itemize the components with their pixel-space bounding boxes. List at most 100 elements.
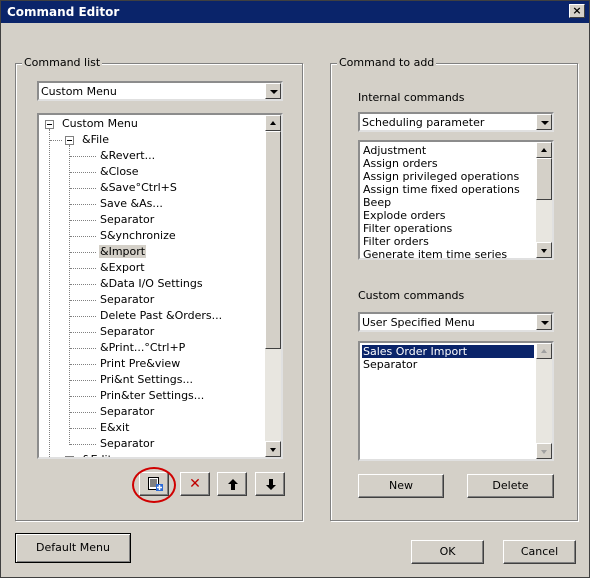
scroll-thumb[interactable] xyxy=(536,158,552,200)
tree-item[interactable]: &Save°Ctrl+S xyxy=(99,180,178,196)
tree-item[interactable]: Separator xyxy=(99,292,155,308)
close-button[interactable]: × xyxy=(569,4,585,18)
tree-item-label: &Import xyxy=(99,245,147,258)
custom-commands-label: Custom commands xyxy=(358,289,465,302)
tree-scrollbar[interactable] xyxy=(265,115,281,457)
tree-item-label: &Data I/O Settings xyxy=(100,277,203,290)
tree-item-label: &Export xyxy=(100,261,145,274)
ok-label: OK xyxy=(439,545,456,558)
move-up-button[interactable] xyxy=(217,472,247,496)
list-item[interactable]: Assign privileged operations xyxy=(362,170,534,183)
list-item[interactable]: Generate item time series xyxy=(362,248,534,258)
tree-item-label: Separator xyxy=(100,325,155,338)
list-item[interactable]: Sales Order Import xyxy=(362,345,534,358)
tree-item[interactable]: &Close xyxy=(99,164,140,180)
tree-item[interactable]: Separator xyxy=(99,324,155,340)
title-bar: Command Editor × xyxy=(1,1,589,23)
scroll-up-button[interactable] xyxy=(536,142,552,158)
tree-node-file[interactable]: &File xyxy=(81,132,110,148)
tree-node-root[interactable]: Custom Menu xyxy=(61,116,139,132)
list-item[interactable]: Explode orders xyxy=(362,209,534,222)
cancel-label: Cancel xyxy=(520,545,559,558)
internal-commands-select[interactable]: Scheduling parameter xyxy=(358,112,554,132)
tree-item[interactable]: &Print...°Ctrl+P xyxy=(99,340,186,356)
tree-item[interactable]: E&xit xyxy=(99,420,130,436)
tree-guide-line xyxy=(50,140,62,142)
cancel-button[interactable]: Cancel xyxy=(503,540,576,564)
chevron-down-icon[interactable] xyxy=(536,114,552,130)
tree-item-label: &Save°Ctrl+S xyxy=(100,181,177,194)
tree-item[interactable]: Save &As... xyxy=(99,196,164,212)
internal-commands-list[interactable]: Adjustment Assign orders Assign privileged… xyxy=(358,140,554,260)
tree-item[interactable]: &Revert... xyxy=(99,148,156,164)
command-editor-window: Command Editor × Command list Custom Men… xyxy=(0,0,590,578)
scroll-down-button[interactable] xyxy=(536,242,552,258)
scroll-up-button[interactable] xyxy=(536,343,552,359)
tree-item-label: Separator xyxy=(100,405,155,418)
chevron-down-icon[interactable] xyxy=(536,314,552,330)
delete-button[interactable]: Delete xyxy=(467,474,554,498)
command-tree[interactable]: Custom Menu &File &Revert... &Close &Save°Ct… xyxy=(37,113,283,459)
tree-item[interactable]: &Import xyxy=(99,244,147,260)
internal-list-scrollbar[interactable] xyxy=(536,142,552,258)
list-item[interactable]: Separator xyxy=(362,358,534,371)
command-to-add-legend: Command to add xyxy=(337,56,437,69)
menu-select[interactable]: Custom Menu xyxy=(37,81,283,101)
custom-commands-list[interactable]: Sales Order Import Separator xyxy=(358,341,554,461)
tree-item[interactable]: S&ynchronize xyxy=(99,228,177,244)
tree-node-root-label: Custom Menu xyxy=(62,117,138,130)
tree-node-file-label: &File xyxy=(82,133,109,146)
tree-item[interactable]: Separator xyxy=(99,436,155,452)
scroll-down-button[interactable] xyxy=(536,443,552,459)
tree-item[interactable]: Separator xyxy=(99,212,155,228)
tree-item-label: &Close xyxy=(100,165,139,178)
tree-guide-line xyxy=(70,300,96,302)
list-item[interactable]: Beep xyxy=(362,196,534,209)
tree-guide-line xyxy=(70,380,96,382)
delete-x-icon: ✕ xyxy=(189,476,201,492)
collapse-icon[interactable] xyxy=(45,120,54,129)
tree-item[interactable]: &Data I/O Settings xyxy=(99,276,204,292)
menu-select-value: Custom Menu xyxy=(41,85,117,98)
tree-guide-line xyxy=(70,284,96,286)
tree-node-edit-label: &Edit xyxy=(81,453,113,457)
tree-item[interactable]: Separator xyxy=(99,404,155,420)
list-item[interactable]: Assign orders xyxy=(362,157,534,170)
new-button[interactable]: New xyxy=(358,474,444,498)
tree-item[interactable]: Prin&ter Settings... xyxy=(99,388,205,404)
list-item[interactable]: Assign time fixed operations xyxy=(362,183,534,196)
tree-guide-line xyxy=(70,156,96,158)
tree-item[interactable]: Pri&nt Settings... xyxy=(99,372,194,388)
tree-guide-line xyxy=(70,188,96,190)
scroll-thumb[interactable] xyxy=(265,131,281,349)
tree-guide-line xyxy=(70,252,96,254)
chevron-down-icon[interactable] xyxy=(265,83,281,99)
tree-item[interactable]: &Export xyxy=(99,260,146,276)
move-down-button[interactable] xyxy=(255,472,285,496)
tree-item-label: E&xit xyxy=(100,421,130,434)
custom-commands-select[interactable]: User Specified Menu xyxy=(358,312,554,332)
ok-button[interactable]: OK xyxy=(411,540,484,564)
tree-item[interactable]: Delete Past &Orders... xyxy=(99,308,223,324)
default-menu-button[interactable]: Default Menu xyxy=(15,533,131,563)
tree-node-edit[interactable]: &Edit xyxy=(81,452,113,457)
tree-item-label: Pri&nt Settings... xyxy=(100,373,193,386)
expand-icon[interactable] xyxy=(65,456,74,457)
internal-commands-items: Adjustment Assign orders Assign privileged… xyxy=(362,144,534,258)
list-item[interactable]: Filter operations xyxy=(362,222,534,235)
scroll-down-button[interactable] xyxy=(265,441,281,457)
new-button-label: New xyxy=(389,479,413,492)
tree-guide-line xyxy=(69,145,71,445)
scroll-up-button[interactable] xyxy=(265,115,281,131)
tree-item-label: S&ynchronize xyxy=(100,229,176,242)
list-item[interactable]: Adjustment xyxy=(362,144,534,157)
delete-command-button[interactable]: ✕ xyxy=(180,472,210,496)
tree-item[interactable]: Print Pre&view xyxy=(99,356,181,372)
custom-list-scrollbar[interactable] xyxy=(536,343,552,459)
tree-guide-line xyxy=(70,364,96,366)
tree-item-label: Prin&ter Settings... xyxy=(100,389,205,402)
list-item[interactable]: Filter orders xyxy=(362,235,534,248)
collapse-icon[interactable] xyxy=(65,136,74,145)
tree-item-label: Separator xyxy=(100,437,155,450)
tree-item-label: Separator xyxy=(100,293,155,306)
